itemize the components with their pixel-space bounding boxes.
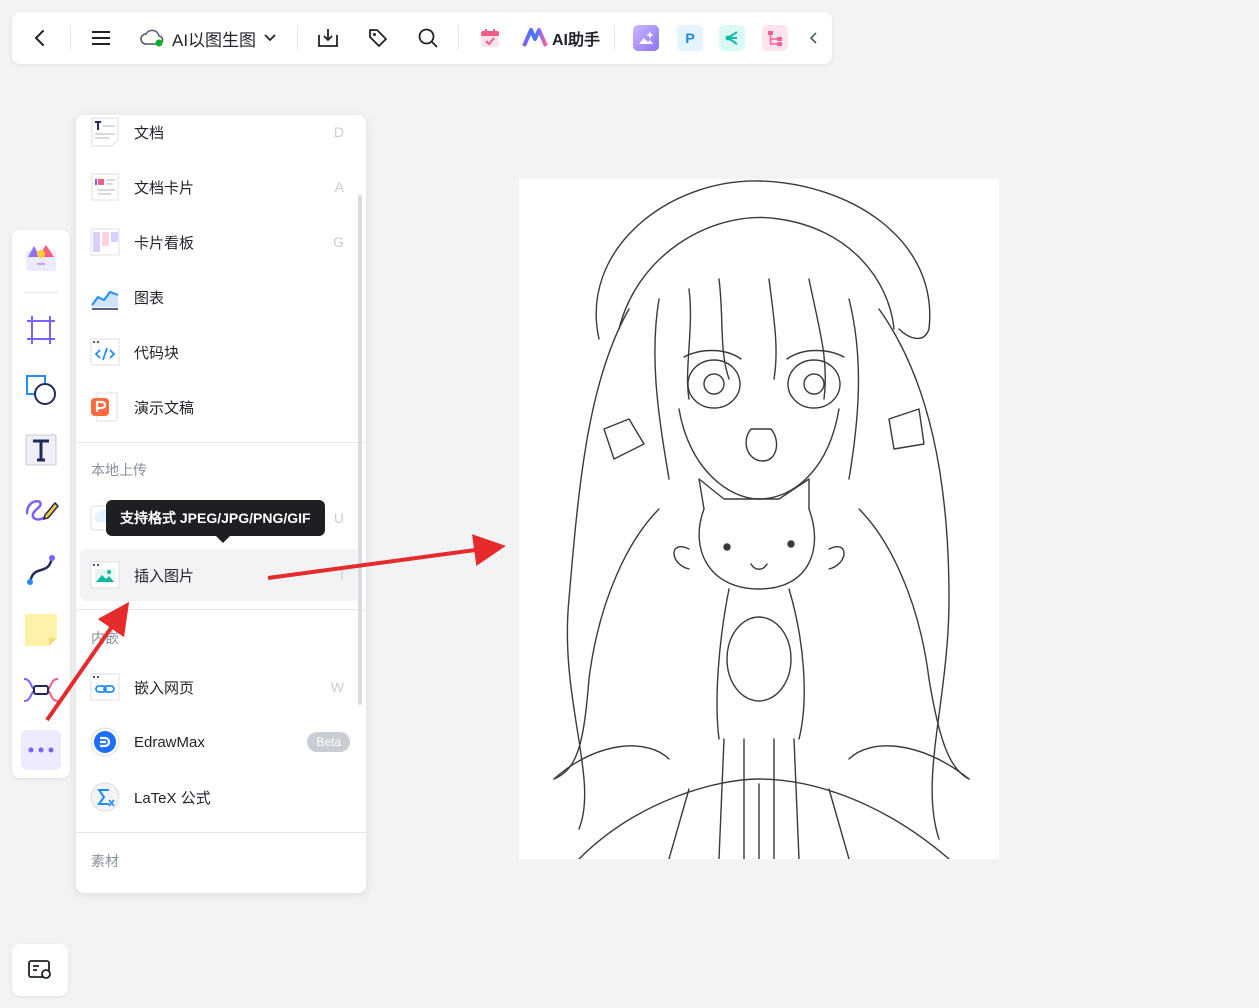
ai-logo-icon — [522, 28, 548, 47]
search-button[interactable] — [414, 12, 442, 64]
mindmap-icon — [23, 678, 59, 702]
hamburger-icon — [92, 31, 110, 45]
menu-button[interactable] — [88, 12, 114, 64]
mindmap-tool[interactable] — [21, 670, 61, 710]
text-icon — [25, 434, 57, 466]
line-art-girl-with-cat — [553, 180, 970, 860]
canvas-image[interactable] — [519, 179, 999, 860]
map-settings-button[interactable] — [12, 944, 68, 996]
latex-formula-icon — [88, 780, 122, 814]
calendar-button[interactable] — [476, 12, 504, 64]
doc-title-dropdown[interactable]: AI以图生图 — [140, 12, 300, 64]
search-icon — [418, 28, 438, 48]
menu-item-edrawmax[interactable]: EdrawMax Beta — [80, 717, 360, 767]
connector-tool[interactable] — [21, 550, 61, 590]
download-button[interactable] — [314, 12, 342, 64]
menu-item-presentation[interactable]: 演示文稿 — [80, 382, 360, 432]
org-chart-app-button[interactable] — [761, 12, 789, 64]
template-icon — [26, 245, 56, 271]
chevron-left-icon — [34, 30, 44, 46]
p-app-icon: P — [677, 25, 703, 51]
shape-icon — [26, 375, 56, 405]
link-icon — [88, 670, 122, 704]
collapse-toolbar-button[interactable] — [806, 12, 822, 64]
menu-item-latex[interactable]: LaTeX 公式 — [80, 772, 360, 822]
more-icon — [28, 747, 54, 753]
pen-icon — [25, 500, 59, 521]
menu-scrollbar[interactable] — [358, 195, 362, 705]
back-button[interactable] — [26, 12, 54, 64]
menu-item-card-board[interactable]: 卡片看板 G — [80, 217, 360, 267]
doc-title: AI以图生图 — [172, 30, 257, 50]
cloud-synced-icon — [140, 29, 164, 47]
code-block-icon — [88, 335, 122, 369]
top-toolbar: AI以图生图 AI助手 P — [12, 12, 832, 64]
section-material: 素材 — [91, 853, 119, 869]
image-icon — [88, 558, 122, 592]
format-tooltip: 支持格式 JPEG/JPG/PNG/GIF — [106, 500, 325, 543]
image-gen-app-button[interactable] — [632, 12, 660, 64]
menu-item-chart[interactable]: 图表 — [80, 272, 360, 322]
ai-assistant-button[interactable]: AI助手 — [518, 12, 604, 64]
download-icon — [318, 29, 338, 47]
sticky-note-tool[interactable] — [21, 610, 61, 650]
section-embed: 内嵌 — [91, 630, 119, 646]
menu-item-code-block[interactable]: 代码块 — [80, 327, 360, 377]
beta-badge: Beta — [307, 732, 350, 752]
template-tool[interactable] — [21, 238, 61, 278]
menu-item-doc-card[interactable]: 文档卡片 A — [80, 162, 360, 212]
chart-icon — [88, 280, 122, 314]
doc-icon — [88, 115, 122, 149]
ai-assistant-label: AI助手 — [551, 32, 600, 49]
more-tools-button[interactable] — [21, 730, 61, 770]
presentation-icon — [88, 390, 122, 424]
section-local-upload: 本地上传 — [91, 462, 147, 478]
chevron-left-small-icon — [809, 32, 817, 44]
card-board-icon — [88, 225, 122, 259]
mindmap-app-button[interactable] — [718, 12, 746, 64]
mindmap-app-icon — [719, 25, 745, 51]
sticky-note-icon — [25, 614, 57, 646]
doc-card-icon — [88, 170, 122, 204]
menu-item-embed-web[interactable]: 嵌入网页 W — [80, 662, 360, 712]
pen-tool[interactable] — [21, 490, 61, 530]
shape-tool[interactable] — [21, 370, 61, 410]
frame-tool[interactable] — [21, 310, 61, 350]
tag-button[interactable] — [364, 12, 392, 64]
text-tool[interactable] — [21, 430, 61, 470]
menu-item-doc[interactable]: 文档 D — [80, 115, 360, 157]
edrawmax-icon — [88, 725, 122, 759]
menu-item-insert-image[interactable]: 插入图片 I — [80, 549, 360, 601]
org-chart-app-icon — [762, 25, 788, 51]
chevron-down-icon — [264, 34, 276, 42]
calendar-icon — [481, 29, 499, 47]
p-app-button[interactable]: P — [676, 12, 704, 64]
left-toolbar — [12, 230, 70, 778]
connector-icon — [27, 555, 55, 585]
map-settings-icon — [28, 960, 51, 979]
image-gen-icon — [633, 25, 659, 51]
frame-icon — [27, 316, 55, 344]
tag-icon — [369, 29, 387, 47]
